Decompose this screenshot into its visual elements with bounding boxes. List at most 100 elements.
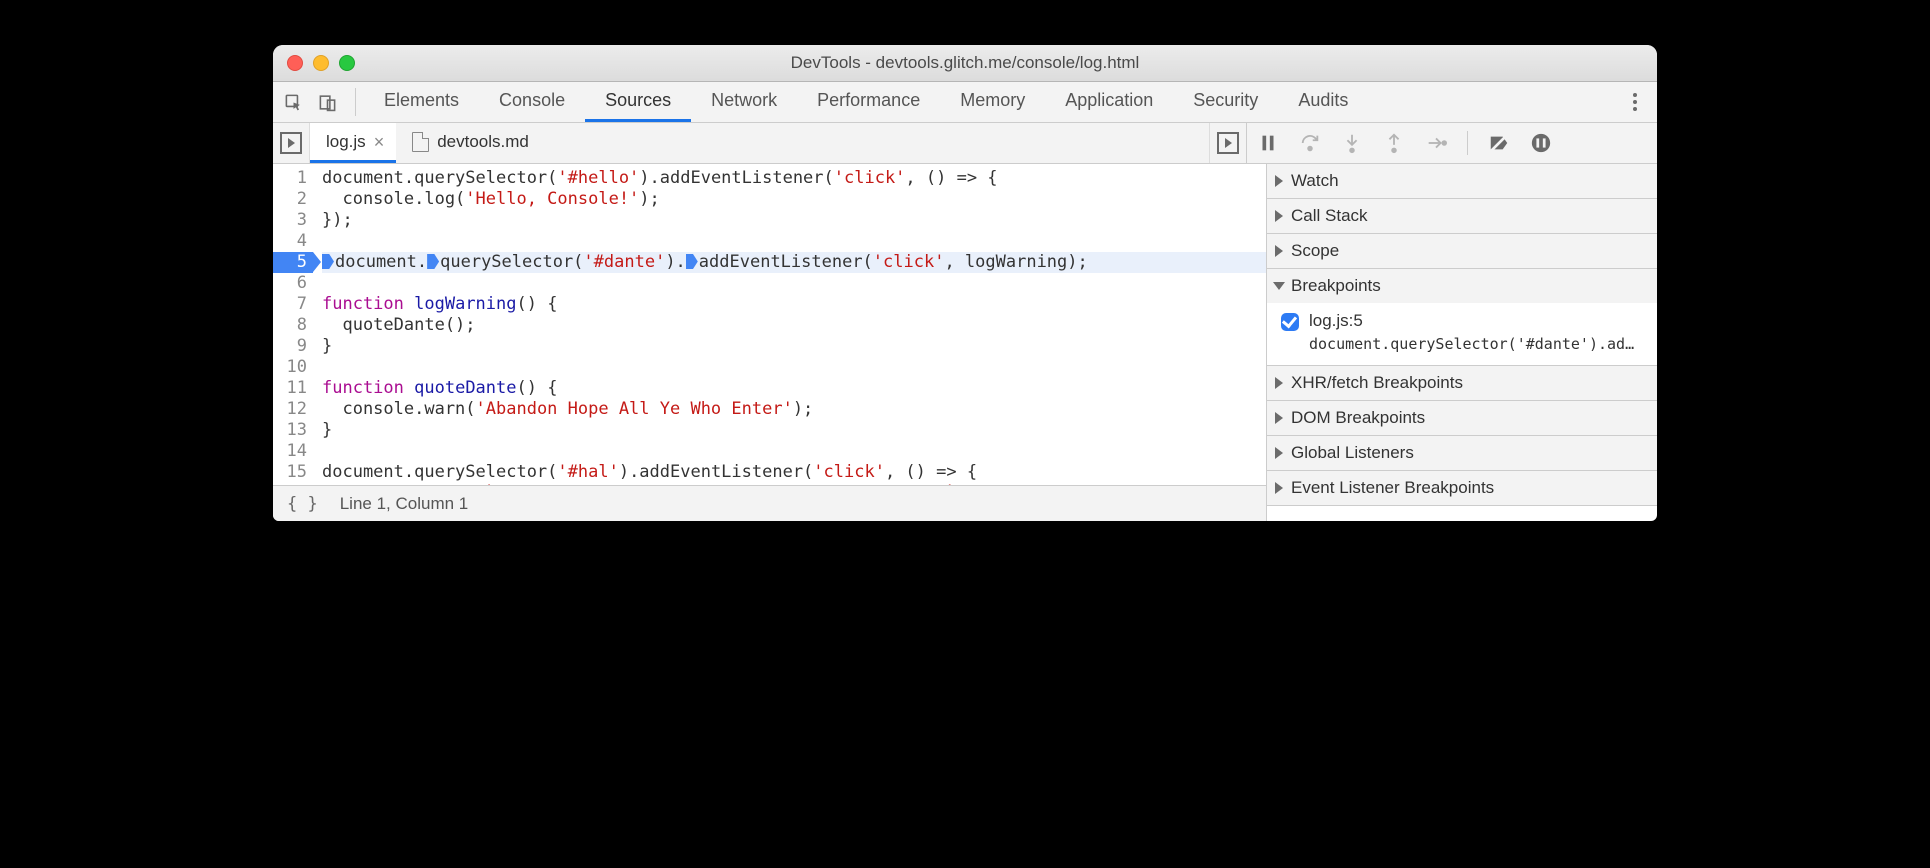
breakpoints-list: log.js:5 document.querySelector('#dante'…: [1267, 303, 1657, 365]
pause-on-exceptions-icon[interactable]: [1530, 132, 1552, 154]
disclosure-triangle-icon: [1275, 245, 1283, 257]
line-number[interactable]: 10: [273, 357, 313, 378]
tab-sources[interactable]: Sources: [585, 82, 691, 122]
disclosure-triangle-icon: [1275, 210, 1283, 222]
code-line[interactable]: quoteDante();: [322, 315, 1266, 336]
tab-console[interactable]: Console: [479, 82, 585, 122]
call-marker-icon: [686, 254, 698, 269]
pane-title: DOM Breakpoints: [1291, 408, 1425, 428]
line-number[interactable]: 9: [273, 336, 313, 357]
pane-title: Global Listeners: [1291, 443, 1414, 463]
deactivate-breakpoints-icon[interactable]: [1488, 132, 1510, 154]
code-editor[interactable]: 1234567891011121314151617 document.query…: [273, 164, 1267, 521]
file-tab-label: log.js: [326, 132, 366, 152]
call-marker-icon: [322, 254, 334, 269]
devtools-window: DevTools - devtools.glitch.me/console/lo…: [273, 45, 1657, 521]
file-tab-devtools-md[interactable]: devtools.md: [396, 123, 541, 163]
tab-performance[interactable]: Performance: [797, 82, 940, 122]
disclosure-triangle-icon: [1275, 482, 1283, 494]
line-number[interactable]: 15: [273, 462, 313, 483]
step-out-icon: [1383, 132, 1405, 154]
breakpoint-checkbox[interactable]: [1281, 313, 1299, 331]
pane-title: XHR/fetch Breakpoints: [1291, 373, 1463, 393]
debugger-controls: [1247, 123, 1657, 163]
tab-network[interactable]: Network: [691, 82, 797, 122]
file-tab-label: devtools.md: [437, 132, 529, 152]
device-toolbar-icon[interactable]: [315, 90, 339, 114]
step-icon: [1425, 132, 1447, 154]
line-number[interactable]: 5: [273, 252, 313, 273]
pane-title: Call Stack: [1291, 206, 1368, 226]
line-gutter[interactable]: 1234567891011121314151617: [273, 164, 313, 485]
code-line[interactable]: [322, 357, 1266, 378]
code-lines[interactable]: document.querySelector('#hello').addEven…: [313, 164, 1266, 485]
sources-subtoolbar: log.js × devtools.md: [273, 123, 1657, 164]
line-number[interactable]: 1: [273, 168, 313, 189]
code-line[interactable]: }: [322, 420, 1266, 441]
close-tab-icon[interactable]: ×: [374, 133, 385, 151]
line-number[interactable]: 4: [273, 231, 313, 252]
code-line[interactable]: function quoteDante() {: [322, 378, 1266, 399]
breakpoint-item[interactable]: log.js:5 document.querySelector('#dante'…: [1281, 311, 1647, 353]
step-into-icon: [1341, 132, 1363, 154]
code-line[interactable]: document.querySelector('#hello').addEven…: [322, 168, 1266, 189]
line-number[interactable]: 3: [273, 210, 313, 231]
titlebar: DevTools - devtools.glitch.me/console/lo…: [273, 45, 1657, 82]
line-number[interactable]: 7: [273, 294, 313, 315]
more-options-icon[interactable]: [1623, 93, 1647, 111]
pane-breakpoints: Breakpoints log.js:5 document.querySelec…: [1267, 269, 1657, 366]
file-icon: [412, 132, 429, 152]
code-line[interactable]: });: [322, 210, 1266, 231]
tab-audits[interactable]: Audits: [1278, 82, 1368, 122]
code-line[interactable]: document.querySelector('#dante').addEven…: [322, 252, 1266, 273]
pane-title: Scope: [1291, 241, 1339, 261]
pane-global-listeners: Global Listeners: [1267, 436, 1657, 471]
pane-dom-breakpoints: DOM Breakpoints: [1267, 401, 1657, 436]
disclosure-triangle-icon: [1275, 175, 1283, 187]
code-line[interactable]: [322, 441, 1266, 462]
pane-title: Watch: [1291, 171, 1339, 191]
pretty-print-icon[interactable]: { }: [287, 494, 318, 514]
code-line[interactable]: [322, 231, 1266, 252]
line-number[interactable]: 11: [273, 378, 313, 399]
line-number[interactable]: 13: [273, 420, 313, 441]
pane-scope: Scope: [1267, 234, 1657, 269]
inspect-element-icon[interactable]: [281, 90, 305, 114]
code-line[interactable]: document.querySelector('#hal').addEventL…: [322, 462, 1266, 483]
line-number[interactable]: 14: [273, 441, 313, 462]
pane-title: Breakpoints: [1291, 276, 1381, 296]
zoom-window-button[interactable]: [339, 55, 355, 71]
disclosure-triangle-icon: [1275, 377, 1283, 389]
line-number[interactable]: 12: [273, 399, 313, 420]
disclosure-triangle-icon: [1275, 447, 1283, 459]
tab-application[interactable]: Application: [1045, 82, 1173, 122]
line-number[interactable]: 6: [273, 273, 313, 294]
code-line[interactable]: [322, 273, 1266, 294]
cursor-position: Line 1, Column 1: [340, 494, 469, 514]
close-window-button[interactable]: [287, 55, 303, 71]
minimize-window-button[interactable]: [313, 55, 329, 71]
editor-status-bar: { } Line 1, Column 1: [273, 485, 1266, 521]
code-line[interactable]: console.log('Hello, Console!');: [322, 189, 1266, 210]
step-over-icon: [1299, 132, 1321, 154]
line-number[interactable]: 2: [273, 189, 313, 210]
pane-xhr-breakpoints: XHR/fetch Breakpoints: [1267, 366, 1657, 401]
tab-security[interactable]: Security: [1173, 82, 1278, 122]
main-toolbar: Elements Console Sources Network Perform…: [273, 82, 1657, 123]
code-line[interactable]: }: [322, 336, 1266, 357]
sources-main: 1234567891011121314151617 document.query…: [273, 164, 1657, 521]
more-tabs-icon[interactable]: [1209, 123, 1247, 163]
code-line[interactable]: function logWarning() {: [322, 294, 1266, 315]
line-number[interactable]: 8: [273, 315, 313, 336]
pane-watch: Watch: [1267, 164, 1657, 199]
tab-memory[interactable]: Memory: [940, 82, 1045, 122]
pause-icon[interactable]: [1257, 132, 1279, 154]
breakpoint-location: log.js:5: [1309, 311, 1639, 331]
disclosure-triangle-icon: [1275, 412, 1283, 424]
traffic-lights: [273, 55, 355, 71]
breakpoint-snippet: document.querySelector('#dante').addEv…: [1309, 335, 1639, 353]
file-tab-log-js[interactable]: log.js ×: [310, 123, 396, 163]
code-line[interactable]: console.warn('Abandon Hope All Ye Who En…: [322, 399, 1266, 420]
tab-elements[interactable]: Elements: [364, 82, 479, 122]
navigator-toggle-icon[interactable]: [273, 123, 310, 163]
